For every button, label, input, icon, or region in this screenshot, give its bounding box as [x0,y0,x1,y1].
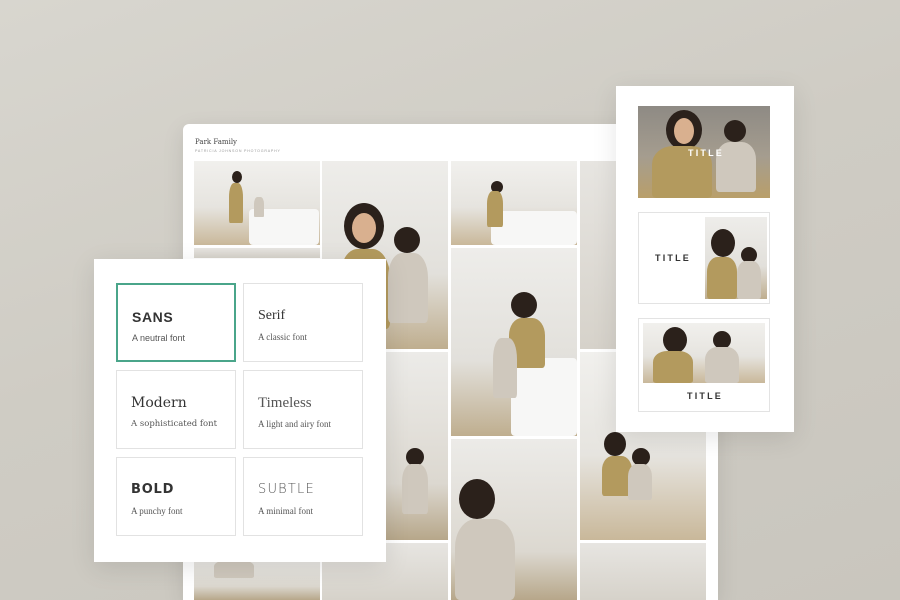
font-option-name: Modern [131,395,187,411]
font-option-name: SANS [132,309,174,325]
font-option-description: A classic font [258,332,307,342]
gallery-photo[interactable] [194,161,320,245]
layout-title-text: TITLE [655,253,691,263]
font-option-name: BOLD [131,482,175,497]
font-option-description: A sophisticated font [131,419,218,429]
gallery-photo[interactable] [451,248,577,436]
font-option-sans[interactable]: SANS A neutral font [116,283,236,362]
font-option-subtle[interactable]: SUBTLE A minimal font [243,457,363,536]
title-layout-panel: TITLE TITLE TITLE [616,86,794,432]
gallery-photo[interactable] [451,439,577,600]
font-option-name: SUBTLE [258,482,315,497]
font-option-name: Timeless [258,395,312,411]
font-picker-panel: SANS A neutral font Serif A classic font… [94,259,386,562]
font-option-timeless[interactable]: Timeless A light and airy font [243,370,363,449]
title-layout-below-text[interactable]: TITLE [638,318,770,412]
font-option-name: Serif [258,308,286,323]
layout-title-text: TITLE [687,391,723,401]
font-option-description: A minimal font [258,506,313,516]
font-option-description: A punchy font [131,506,183,516]
title-layout-overlay[interactable]: TITLE [638,106,770,198]
layout-preview-photo [643,323,765,383]
layout-title-text: TITLE [688,148,724,158]
title-layout-left-text[interactable]: TITLE [638,212,770,304]
gallery-photo[interactable] [451,161,577,245]
gallery-photo[interactable] [580,543,706,600]
gallery-photo[interactable] [194,248,320,258]
layout-preview-photo [705,217,767,299]
gallery-title: Park Family [195,138,238,146]
font-option-description: A light and airy font [258,419,331,429]
font-option-description: A neutral font [132,333,186,343]
gallery-subtitle: PATRICIA JOHNSON PHOTOGRAPHY [195,149,281,153]
font-option-modern[interactable]: Modern A sophisticated font [116,370,236,449]
font-option-bold[interactable]: BOLD A punchy font [116,457,236,536]
font-option-serif[interactable]: Serif A classic font [243,283,363,362]
